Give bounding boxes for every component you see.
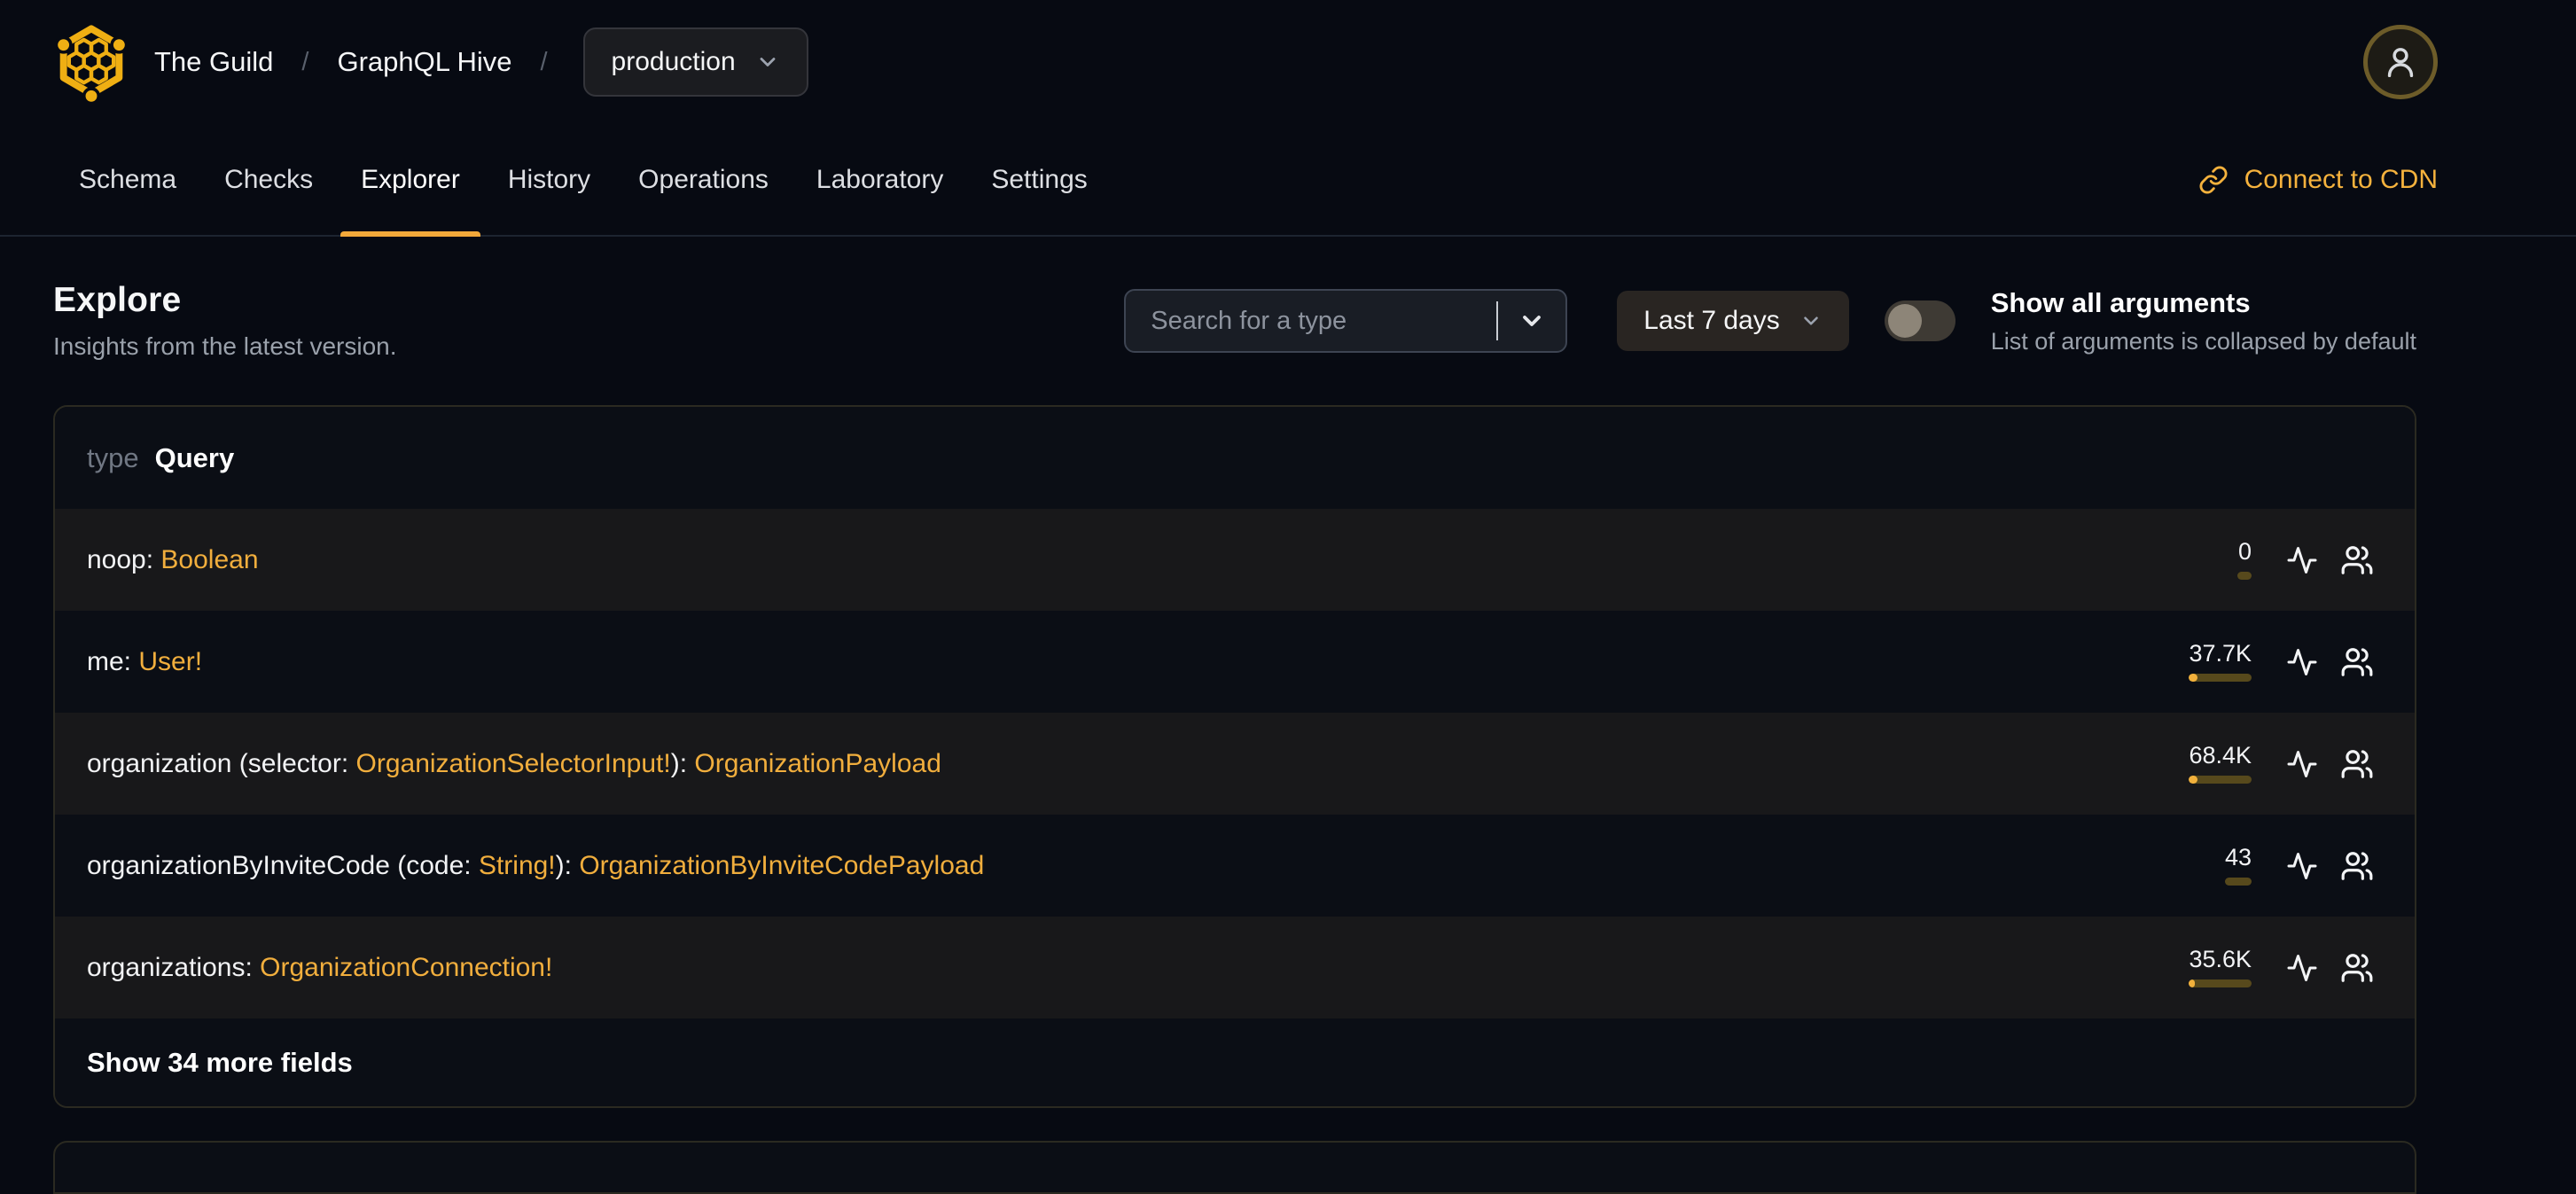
tab-laboratory[interactable]: Laboratory — [792, 124, 967, 235]
users-icon[interactable] — [2330, 533, 2385, 588]
request-count: 43 — [2224, 844, 2252, 870]
table-row: organizationByInviteCode (code: String!)… — [55, 815, 2415, 917]
users-icon[interactable] — [2330, 635, 2385, 690]
type-link[interactable]: OrganizationByInviteCodePayload — [579, 851, 984, 880]
usage-meter-fill — [2189, 674, 2197, 682]
usage-meter-fill — [2189, 776, 2198, 784]
target-selector[interactable]: production — [582, 27, 808, 97]
field-signature: organizations: OrganizationConnection! — [87, 953, 2189, 983]
field-text: organizationByInviteCode (code: — [87, 850, 479, 880]
chevron-down-icon — [1799, 309, 1823, 332]
tab-operations[interactable]: Operations — [614, 124, 792, 235]
request-count: 37.7K — [2189, 640, 2252, 667]
tab-schema[interactable]: Schema — [55, 124, 200, 235]
usage-stat: 37.7K — [2189, 642, 2252, 682]
field-text: me: — [87, 646, 139, 676]
field-signature: noop: Boolean — [87, 545, 2237, 575]
usage-meter — [2189, 674, 2252, 682]
usage-stat: 0 — [2237, 540, 2252, 580]
usage-stat: 35.6K — [2189, 948, 2252, 987]
usage-stat: 43 — [2224, 844, 2252, 886]
table-row: organization (selector: OrganizationSele… — [55, 713, 2415, 815]
field-text: ): — [555, 850, 580, 880]
users-icon[interactable] — [2330, 839, 2385, 894]
usage-meter — [2237, 572, 2252, 580]
activity-icon[interactable] — [2275, 737, 2330, 792]
usage-meter-fill — [2189, 979, 2195, 987]
table-row: noop: Boolean 0 — [55, 509, 2415, 611]
type-link[interactable]: String! — [479, 851, 556, 880]
period-selector[interactable]: Last 7 days — [1617, 291, 1849, 351]
link-icon — [2198, 165, 2229, 195]
users-icon[interactable] — [2330, 940, 2385, 995]
chevron-down-icon — [755, 50, 780, 74]
toggle-description: List of arguments is collapsed by defaul… — [1990, 327, 2416, 355]
type-link[interactable]: OrganizationSelectorInput! — [356, 749, 671, 778]
user-icon — [2380, 42, 2421, 82]
type-link[interactable]: User! — [138, 647, 202, 676]
page-subtitle: Insights from the latest version. — [53, 332, 397, 360]
type-card-header: type Query — [55, 407, 2415, 509]
user-menu-button[interactable] — [2363, 25, 2438, 99]
hive-logo-icon[interactable] — [53, 21, 129, 103]
target-selector-value: production — [611, 47, 736, 76]
usage-stat: 68.4K — [2189, 744, 2252, 784]
field-text: organization (selector: — [87, 748, 356, 778]
schema-type-card: type Query noop: Boolean 0 me: User! 37.7K o… — [53, 405, 2416, 1108]
toggle-knob — [1887, 304, 1922, 338]
request-count: 68.4K — [2189, 742, 2252, 769]
search-input[interactable] — [1124, 289, 1568, 353]
breadcrumb-separator: / — [301, 47, 309, 76]
usage-meter — [2189, 776, 2252, 784]
request-count: 35.6K — [2189, 946, 2252, 972]
topbar: The Guild / GraphQL Hive / production — [0, 0, 2576, 124]
period-value: Last 7 days — [1643, 306, 1780, 335]
type-link[interactable]: Boolean — [160, 545, 258, 574]
activity-icon[interactable] — [2275, 635, 2330, 690]
field-signature: organization (selector: OrganizationSele… — [87, 749, 2189, 779]
toggle-label: Show all arguments — [1990, 286, 2251, 318]
type-link[interactable]: OrganizationPayload — [694, 749, 941, 778]
users-icon[interactable] — [2330, 737, 2385, 792]
type-search-combobox[interactable] — [1124, 289, 1568, 353]
type-card-footer: Show 34 more fields — [55, 1018, 2415, 1106]
show-all-arguments-toggle[interactable] — [1884, 300, 1955, 341]
tab-history[interactable]: History — [484, 124, 614, 235]
show-more-fields-button[interactable]: Show 34 more fields — [87, 1047, 353, 1079]
table-row: me: User! 37.7K — [55, 611, 2415, 713]
connect-cdn-label: Connect to CDN — [2244, 164, 2438, 194]
activity-icon[interactable] — [2275, 940, 2330, 995]
request-count: 0 — [2237, 538, 2252, 565]
tab-settings[interactable]: Settings — [967, 124, 1111, 235]
tab-bar: Schema Checks Explorer History Operations Lab… — [0, 124, 2576, 237]
combobox-divider — [1496, 301, 1499, 340]
table-row: organizations: OrganizationConnection! 35… — [55, 917, 2415, 1018]
field-signature: organizationByInviteCode (code: String!)… — [87, 851, 2225, 881]
field-signature: me: User! — [87, 647, 2189, 677]
activity-icon[interactable] — [2275, 839, 2330, 894]
type-name: Query — [154, 441, 235, 473]
breadcrumb-project[interactable]: GraphQL Hive — [337, 46, 511, 78]
chevron-down-icon[interactable] — [1518, 307, 1546, 335]
breadcrumb-org[interactable]: The Guild — [154, 46, 273, 78]
type-kind-label: type — [87, 441, 139, 473]
type-link[interactable]: OrganizationConnection! — [260, 953, 552, 982]
tab-explorer[interactable]: Explorer — [337, 124, 484, 237]
page-title: Explore — [53, 281, 182, 319]
field-text: organizations: — [87, 952, 261, 982]
usage-meter — [2224, 878, 2252, 886]
field-text: ): — [670, 748, 695, 778]
tab-checks[interactable]: Checks — [200, 124, 337, 235]
activity-icon[interactable] — [2275, 533, 2330, 588]
next-type-card-edge — [53, 1141, 2416, 1194]
usage-meter — [2189, 979, 2252, 987]
connect-cdn-link[interactable]: Connect to CDN — [2198, 124, 2438, 235]
field-text: noop: — [87, 544, 161, 574]
breadcrumb-separator: / — [540, 47, 548, 76]
